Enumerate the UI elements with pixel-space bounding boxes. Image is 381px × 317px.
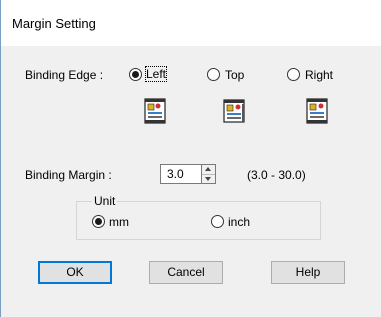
radio-button-icon[interactable]	[207, 68, 220, 81]
arrow-up-icon	[205, 167, 211, 171]
left-binding-page-icon	[144, 98, 166, 124]
spin-up-button[interactable]	[202, 165, 215, 175]
radio-button-icon[interactable]	[92, 215, 105, 228]
ok-button[interactable]: OK	[38, 261, 112, 284]
cancel-button[interactable]: Cancel	[149, 261, 223, 284]
binding-margin-label: Binding Margin :	[25, 168, 112, 182]
binding-margin-spinner[interactable]	[202, 164, 216, 184]
top-binding-page-icon	[223, 99, 245, 123]
unit-inch-label[interactable]: inch	[228, 215, 250, 229]
binding-edge-top-label[interactable]: Top	[225, 68, 244, 82]
help-button[interactable]: Help	[271, 261, 345, 284]
binding-edge-left-label[interactable]: Left	[144, 66, 168, 82]
unit-group-label: Unit	[92, 194, 118, 208]
binding-edge-label: Binding Edge :	[25, 68, 104, 82]
radio-button-icon[interactable]	[287, 68, 300, 81]
window-title: Margin Setting	[12, 16, 96, 31]
right-binding-page-icon	[306, 98, 328, 124]
binding-edge-right-label[interactable]: Right	[305, 68, 333, 82]
spin-down-button[interactable]	[202, 175, 215, 184]
unit-mm-label[interactable]: mm	[109, 215, 129, 229]
radio-button-icon[interactable]	[129, 68, 142, 81]
arrow-down-icon	[205, 177, 211, 181]
binding-margin-range: (3.0 - 30.0)	[247, 168, 306, 182]
binding-margin-input[interactable]: 3.0	[160, 164, 202, 184]
radio-button-icon[interactable]	[211, 215, 224, 228]
margin-setting-dialog: Margin Setting Binding Edge : Left Top R…	[0, 0, 381, 317]
title-bar: Margin Setting	[1, 0, 381, 46]
